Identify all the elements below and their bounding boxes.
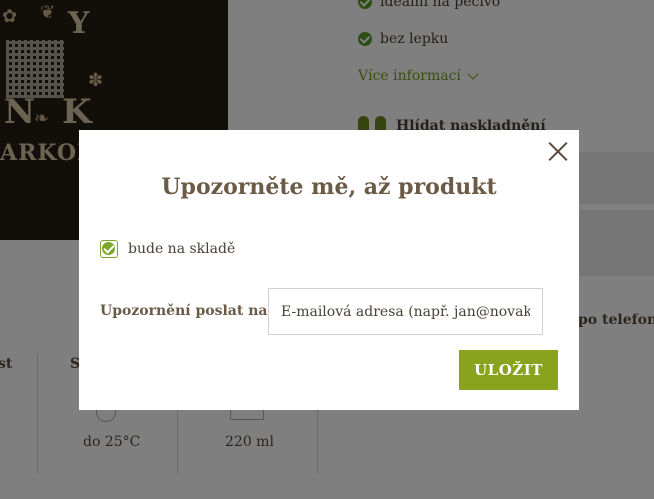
stock-option-checkbox[interactable]: bude na skladě — [100, 240, 235, 258]
checkbox-checked-icon[interactable] — [100, 240, 118, 258]
close-icon[interactable] — [545, 138, 571, 164]
save-button[interactable]: ULOŽIT — [459, 350, 558, 390]
email-field-label: Upozornění poslat na* — [100, 303, 279, 319]
stock-option-label: bude na skladě — [128, 241, 236, 257]
modal-title: Upozorněte mě, až produkt — [161, 174, 497, 200]
email-label-text: Upozornění poslat na — [100, 303, 268, 319]
email-field[interactable] — [268, 288, 543, 335]
stock-notification-modal: Upozorněte mě, až produkt bude na skladě… — [79, 130, 579, 410]
